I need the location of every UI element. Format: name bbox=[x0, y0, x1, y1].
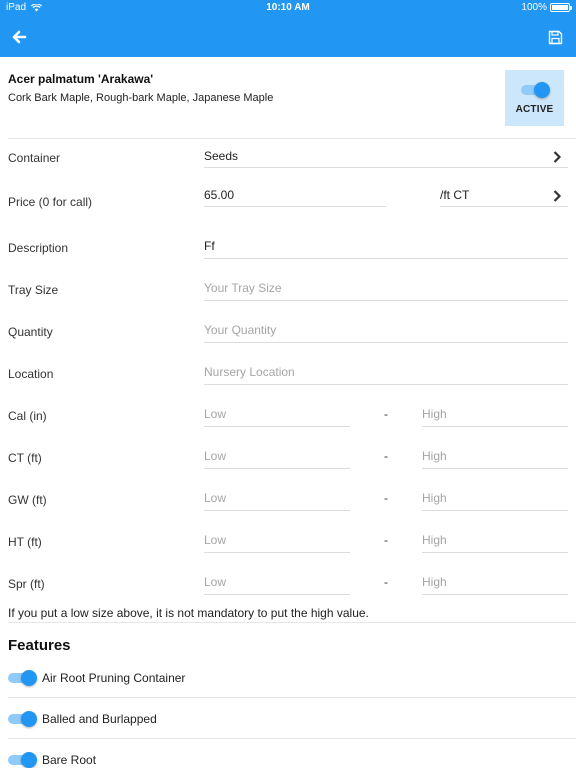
size-low-input[interactable]: Low bbox=[204, 486, 350, 511]
description-value: Ff bbox=[204, 239, 215, 253]
size-high-placeholder: High bbox=[422, 491, 447, 505]
location-label: Location bbox=[8, 367, 54, 381]
feature-label: Air Root Pruning Container bbox=[42, 671, 186, 685]
chevron-right-icon[interactable] bbox=[552, 189, 562, 203]
status-time: 10:10 AM bbox=[266, 2, 310, 13]
active-toggle[interactable] bbox=[520, 82, 550, 98]
price-value: 65.00 bbox=[204, 188, 235, 202]
tray-size-label: Tray Size bbox=[8, 283, 59, 297]
note-divider bbox=[8, 622, 576, 623]
feature-toggle[interactable] bbox=[8, 711, 37, 727]
size-high-placeholder: High bbox=[422, 407, 447, 421]
chevron-right-icon[interactable] bbox=[552, 150, 562, 164]
description-input[interactable]: Ff bbox=[204, 234, 568, 259]
feature-item: Bare Root bbox=[8, 748, 576, 768]
feature-divider bbox=[8, 738, 576, 739]
status-right: 100% bbox=[521, 2, 572, 13]
size-high-input[interactable]: High bbox=[422, 444, 568, 469]
size-high-input[interactable]: High bbox=[422, 570, 568, 595]
price-label: Price (0 for call) bbox=[8, 195, 93, 209]
active-toggle-box: ACTIVE bbox=[505, 70, 564, 126]
feature-toggle[interactable] bbox=[8, 752, 37, 768]
size-high-input[interactable]: High bbox=[422, 402, 568, 427]
description-label: Description bbox=[8, 241, 69, 255]
save-button[interactable] bbox=[544, 26, 566, 48]
size-range-label: GW (ft) bbox=[8, 493, 47, 507]
feature-label: Bare Root bbox=[42, 753, 97, 767]
features-title: Features bbox=[8, 637, 71, 654]
size-low-input[interactable]: Low bbox=[204, 402, 350, 427]
size-range-label: CT (ft) bbox=[8, 451, 42, 465]
container-select[interactable]: Seeds bbox=[204, 144, 568, 168]
container-value: Seeds bbox=[204, 149, 239, 163]
location-placeholder: Nursery Location bbox=[204, 365, 295, 379]
nav-bar bbox=[0, 16, 576, 57]
size-low-placeholder: Low bbox=[204, 491, 227, 505]
size-high-placeholder: High bbox=[422, 575, 447, 589]
size-note: If you put a low size above, it is not m… bbox=[8, 606, 369, 620]
price-input[interactable]: 65.00 bbox=[204, 183, 386, 207]
status-bar: iPad 10:10 AM 100% bbox=[0, 0, 576, 16]
size-low-input[interactable]: Low bbox=[204, 444, 350, 469]
battery-icon bbox=[550, 3, 572, 12]
active-label: ACTIVE bbox=[515, 104, 554, 115]
quantity-placeholder: Your Quantity bbox=[204, 323, 277, 337]
size-range-label: Spr (ft) bbox=[8, 577, 45, 591]
price-unit-select[interactable]: /ft CT bbox=[440, 183, 568, 207]
feature-divider bbox=[8, 697, 576, 698]
size-low-placeholder: Low bbox=[204, 407, 227, 421]
plant-name: Acer palmatum 'Arakawa' bbox=[8, 72, 154, 86]
size-low-input[interactable]: Low bbox=[204, 570, 350, 595]
back-button[interactable] bbox=[8, 26, 30, 48]
tray-size-placeholder: Your Tray Size bbox=[204, 281, 282, 295]
container-label: Container bbox=[8, 151, 61, 165]
range-separator: - bbox=[384, 491, 388, 505]
header-divider bbox=[8, 138, 576, 139]
range-separator: - bbox=[384, 407, 388, 421]
size-high-placeholder: High bbox=[422, 449, 447, 463]
size-range-label: HT (ft) bbox=[8, 535, 42, 549]
plant-header: Acer palmatum 'Arakawa' Cork Bark Maple,… bbox=[8, 72, 488, 104]
range-separator: - bbox=[384, 449, 388, 463]
size-high-input[interactable]: High bbox=[422, 486, 568, 511]
size-range-label: Cal (in) bbox=[8, 409, 47, 423]
feature-item: Air Root Pruning Container bbox=[8, 666, 576, 690]
size-low-input[interactable]: Low bbox=[204, 528, 350, 553]
battery-percent: 100% bbox=[521, 2, 547, 13]
size-low-placeholder: Low bbox=[204, 533, 227, 547]
range-separator: - bbox=[384, 575, 388, 589]
tray-size-input[interactable]: Your Tray Size bbox=[204, 276, 568, 301]
plant-common-names: Cork Bark Maple, Rough-bark Maple, Japan… bbox=[8, 92, 274, 104]
size-low-placeholder: Low bbox=[204, 449, 227, 463]
arrow-left-icon bbox=[12, 30, 27, 44]
quantity-input[interactable]: Your Quantity bbox=[204, 318, 568, 343]
save-icon bbox=[548, 30, 562, 44]
quantity-label: Quantity bbox=[8, 325, 53, 339]
location-input[interactable]: Nursery Location bbox=[204, 360, 568, 385]
size-high-placeholder: High bbox=[422, 533, 447, 547]
size-low-placeholder: Low bbox=[204, 575, 227, 589]
feature-item: Balled and Burlapped bbox=[8, 707, 576, 731]
price-unit-value: /ft CT bbox=[440, 188, 470, 202]
feature-label: Balled and Burlapped bbox=[42, 712, 157, 726]
feature-toggle[interactable] bbox=[8, 670, 37, 686]
range-separator: - bbox=[384, 533, 388, 547]
size-high-input[interactable]: High bbox=[422, 528, 568, 553]
